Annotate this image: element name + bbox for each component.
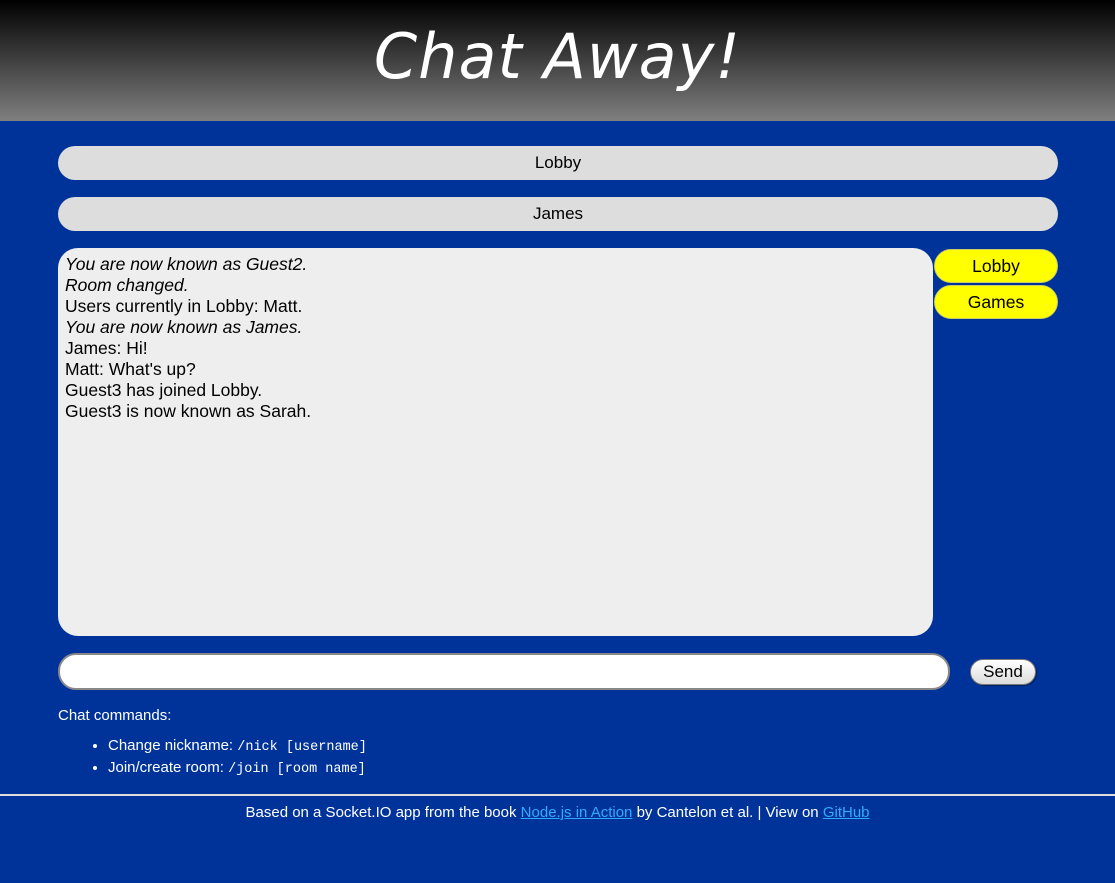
current-room-bar: Lobby [58, 146, 1058, 180]
command-code: /nick [username] [237, 740, 367, 755]
message: Room changed. [65, 275, 189, 295]
room-button-lobby[interactable]: Lobby [934, 249, 1058, 283]
room-list: Lobby Games [934, 249, 1058, 321]
send-button[interactable]: Send [970, 659, 1036, 685]
command-item: Change nickname: /nick [username] [108, 736, 367, 758]
help-section: Chat commands: Change nickname: /nick [u… [58, 707, 367, 780]
book-link[interactable]: Node.js in Action [521, 804, 633, 821]
current-nickname-bar: James [58, 197, 1058, 231]
command-list: Change nickname: /nick [username] Join/c… [58, 736, 367, 780]
app-title: Chat Away! [373, 20, 742, 93]
message-log[interactable]: You are now known as Guest2. Room change… [58, 248, 933, 636]
github-link[interactable]: GitHub [823, 804, 870, 821]
message: You are now known as Guest2. [65, 254, 308, 274]
message-input[interactable] [58, 653, 950, 690]
help-title: Chat commands: [58, 707, 172, 724]
footer-text: Based on a Socket.IO app from the book [245, 804, 521, 821]
room-button-games[interactable]: Games [934, 285, 1058, 319]
command-label: Join/create room: [108, 759, 229, 776]
footer-text: by Cantelon et al. | View on [632, 804, 823, 821]
message: Guest3 is now known as Sarah. [65, 401, 312, 421]
message: James: Hi! [65, 338, 148, 358]
command-item: Join/create room: /join [room name] [108, 758, 367, 780]
command-code: /join [room name] [228, 762, 366, 777]
header: Chat Away! [0, 0, 1115, 121]
footer: Based on a Socket.IO app from the book N… [0, 794, 1115, 821]
message: Guest3 has joined Lobby. [65, 380, 263, 400]
message: You are now known as James. [65, 317, 303, 337]
message: Matt: What's up? [65, 359, 196, 379]
message: Users currently in Lobby: Matt. [65, 296, 303, 316]
command-label: Change nickname: [108, 737, 238, 754]
